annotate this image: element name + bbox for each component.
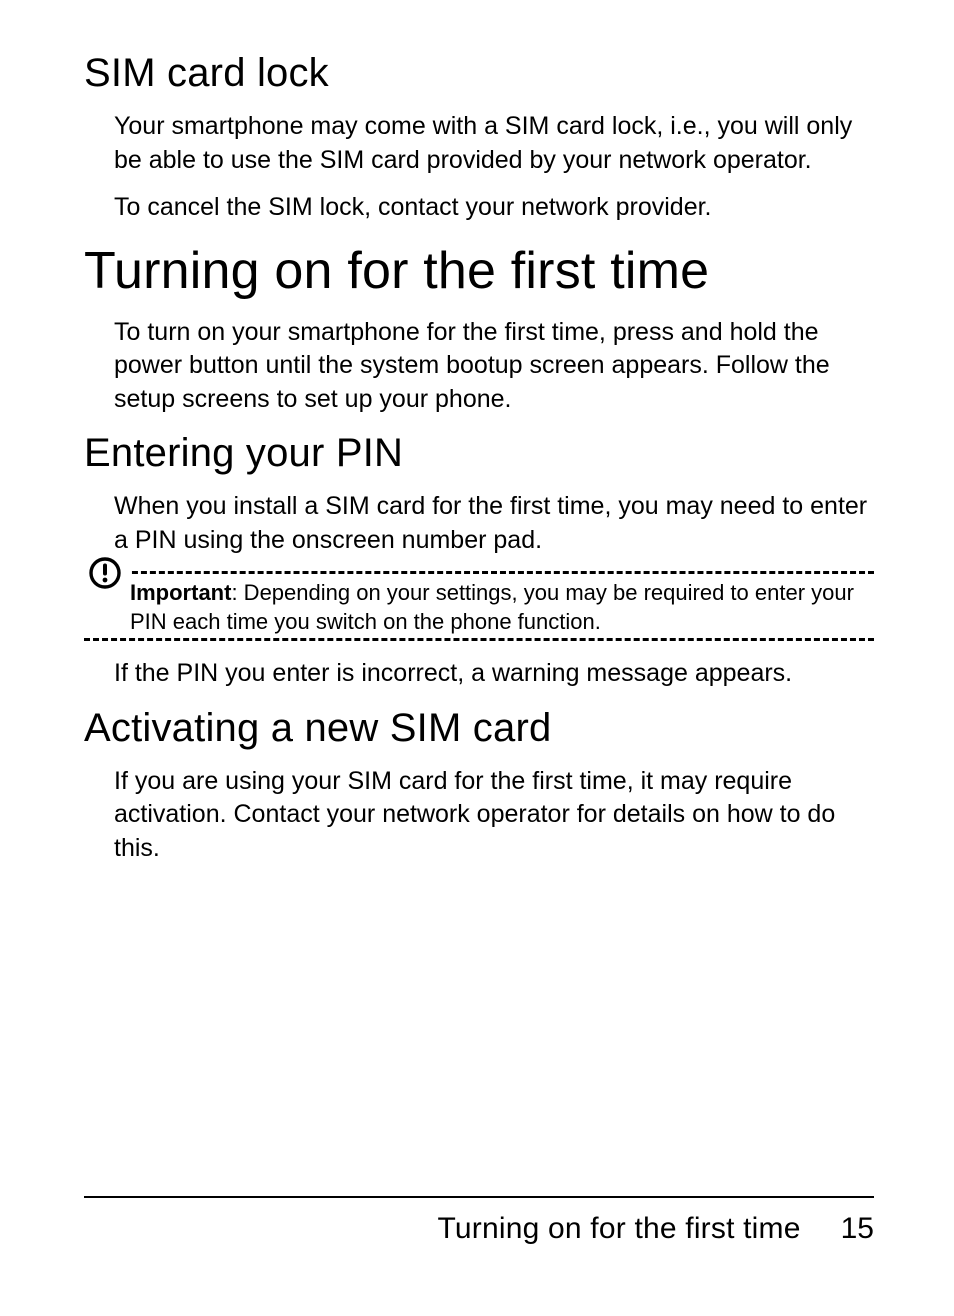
document-page: SIM card lock Your smartphone may come w… xyxy=(0,0,954,1316)
heading-entering-pin: Entering your PIN xyxy=(84,430,874,476)
important-text: Important: Depending on your settings, y… xyxy=(130,578,874,636)
important-label: Important xyxy=(130,580,231,605)
heading-turning-on: Turning on for the first time xyxy=(84,243,874,300)
important-note: Important: Depending on your settings, y… xyxy=(84,571,874,641)
important-body: : Depending on your settings, you may be… xyxy=(130,580,854,634)
heading-activating-sim: Activating a new SIM card xyxy=(84,705,874,751)
paragraph: If the PIN you enter is incorrect, a war… xyxy=(84,657,874,691)
page-number: 15 xyxy=(841,1212,874,1246)
footer-rule xyxy=(84,1196,874,1198)
paragraph: To cancel the SIM lock, contact your net… xyxy=(84,191,874,225)
important-icon xyxy=(84,556,130,590)
paragraph: Your smartphone may come with a SIM card… xyxy=(84,110,874,177)
paragraph: To turn on your smartphone for the first… xyxy=(84,316,874,417)
footer-title: Turning on for the first time xyxy=(437,1212,800,1246)
paragraph: When you install a SIM card for the firs… xyxy=(84,490,874,557)
paragraph: If you are using your SIM card for the f… xyxy=(84,765,874,866)
heading-sim-card-lock: SIM card lock xyxy=(84,50,874,96)
divider-dashed xyxy=(84,638,874,641)
page-footer: Turning on for the first time 15 xyxy=(84,1196,874,1246)
